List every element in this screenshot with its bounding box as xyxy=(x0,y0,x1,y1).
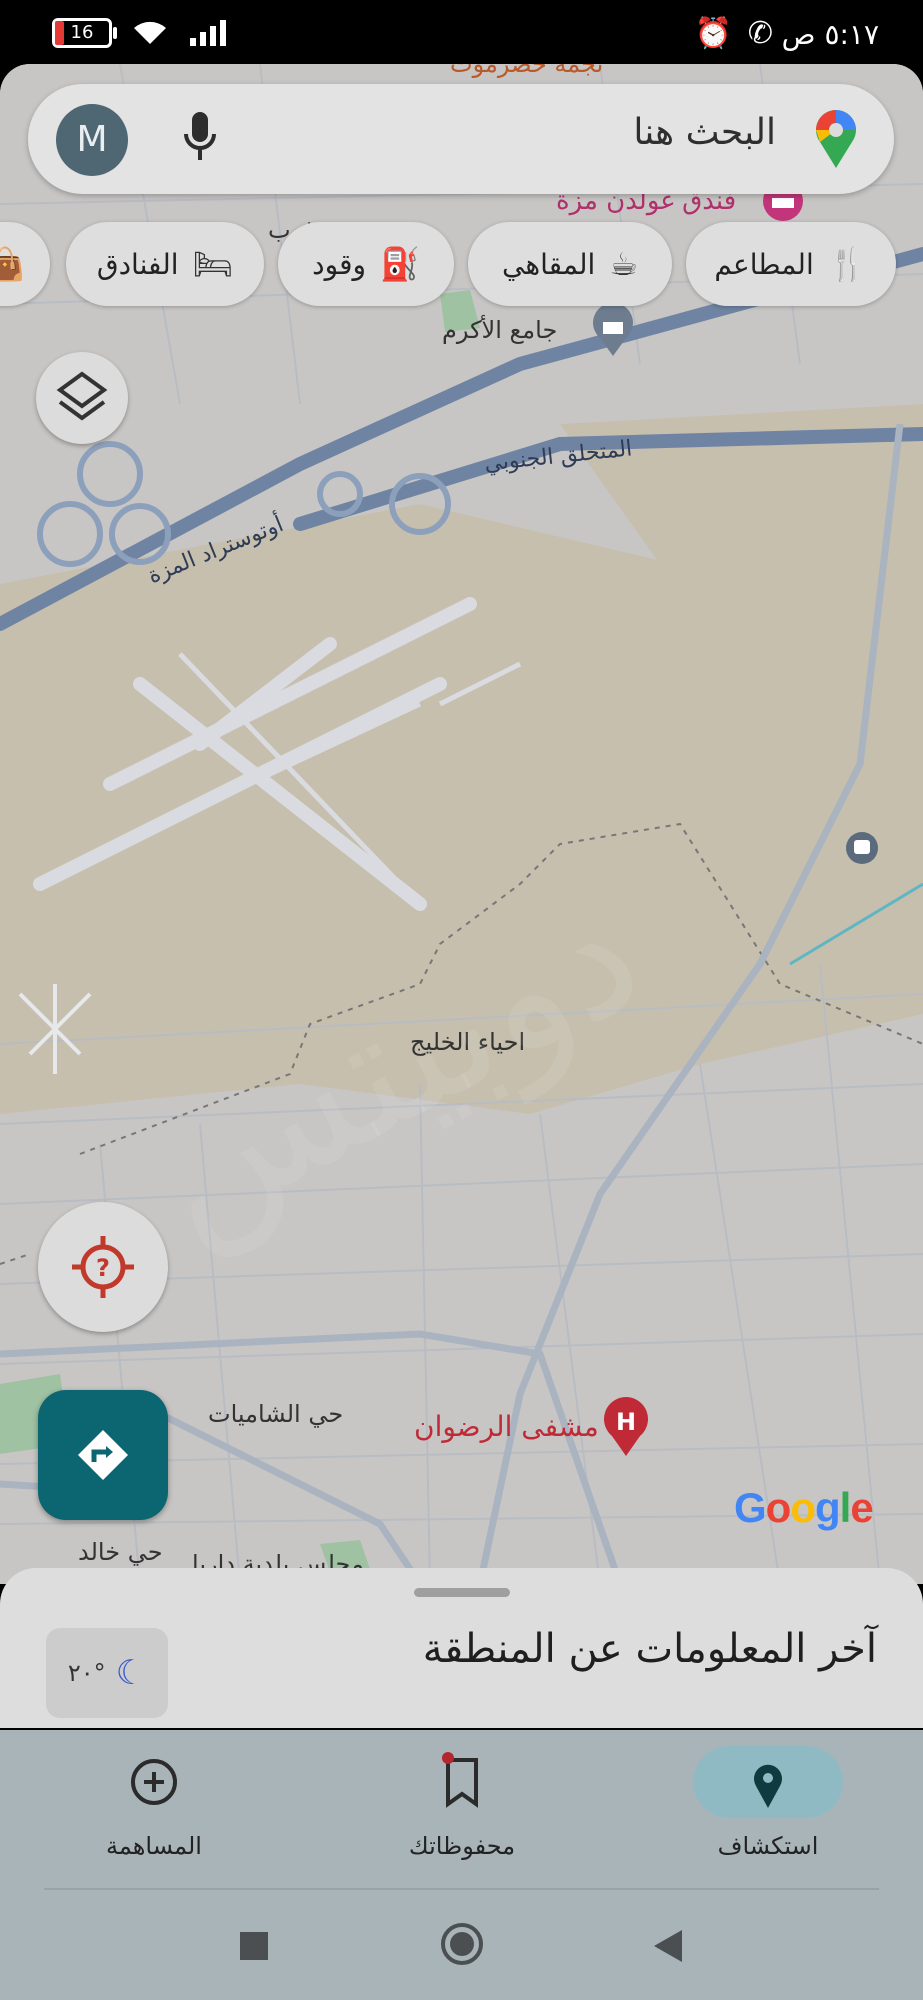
bottom-navigation: استكشاف محفوظاتك المساهمة xyxy=(0,1730,923,1892)
google-maps-icon xyxy=(816,110,856,168)
wifi-icon xyxy=(134,21,166,44)
bottom-sheet[interactable]: ٢٠° ☾ آخر المعلومات عن المنطقة xyxy=(0,1568,923,1728)
map-label-mosque[interactable]: جامع الأكرم xyxy=(442,316,557,344)
nav-label: المساهمة xyxy=(106,1832,202,1860)
map-label-hospital[interactable]: مشفى الرضوان xyxy=(414,1410,599,1443)
nav-indicator xyxy=(387,1746,537,1818)
nav-label: محفوظاتك xyxy=(408,1832,516,1860)
recent-apps-icon[interactable] xyxy=(234,1926,274,1966)
battery-percent: 16 xyxy=(70,22,94,43)
whatsapp-icon: ✆ xyxy=(747,16,773,51)
battery-level xyxy=(55,21,64,45)
map-label-khaled: حي خالد xyxy=(78,1538,163,1566)
category-chips: 🍴 المطاعم ☕ المقاهي ⛽ وقود 🛏 الفنادق 👜 xyxy=(0,222,923,306)
chip-label: وقود xyxy=(312,247,366,281)
sheet-title: آخر المعلومات عن المنطقة xyxy=(422,1626,877,1672)
google-logo: Google xyxy=(734,1484,874,1532)
google-letter: G xyxy=(734,1484,767,1531)
chip-cafes[interactable]: ☕ المقاهي xyxy=(468,222,672,306)
svg-text:?: ? xyxy=(96,1254,110,1282)
directions-button[interactable] xyxy=(38,1390,168,1520)
avatar[interactable]: M xyxy=(56,104,128,176)
nav-tab-saved[interactable]: محفوظاتك xyxy=(362,1746,562,1876)
status-time: ٥:١٧ ص xyxy=(781,18,879,51)
mic-icon[interactable] xyxy=(180,108,220,168)
system-navigation-bar xyxy=(0,1892,923,2000)
status-left: 16 xyxy=(52,18,232,48)
signal-icon xyxy=(190,20,226,46)
chip-label: الفنادق xyxy=(96,247,179,281)
nav-indicator xyxy=(79,1746,229,1818)
bed-icon: 🛏 xyxy=(192,245,234,283)
home-icon[interactable] xyxy=(438,1920,486,1968)
chip-hotels[interactable]: 🛏 الفنادق xyxy=(66,222,264,306)
layers-icon xyxy=(56,371,108,421)
chip-restaurants[interactable]: 🍴 المطاعم xyxy=(686,222,896,306)
chip-label: المطاعم xyxy=(714,247,814,281)
layers-button[interactable] xyxy=(36,352,128,444)
nav-tab-contribute[interactable]: المساهمة xyxy=(54,1746,254,1876)
google-letter: o xyxy=(765,1484,792,1531)
google-letter: o xyxy=(790,1484,816,1531)
nav-indicator xyxy=(693,1746,843,1818)
directions-icon xyxy=(78,1430,128,1480)
bus-stop-icon[interactable] xyxy=(844,830,880,866)
map-label-shamiyat: حي الشاميات xyxy=(208,1400,344,1428)
google-letter: g xyxy=(814,1484,841,1531)
google-letter: e xyxy=(850,1484,873,1531)
fuel-icon: ⛽ xyxy=(380,245,420,283)
nav-label: استكشاف xyxy=(717,1832,819,1860)
status-notification-icons: ⏰ ✆ xyxy=(695,16,774,51)
weather-temperature: ٢٠° xyxy=(67,1659,106,1687)
shopping-bag-icon: 👜 xyxy=(0,245,25,283)
fork-knife-icon: 🍴 xyxy=(827,245,868,283)
back-icon[interactable] xyxy=(648,1926,688,1966)
bookmark-icon xyxy=(442,1752,478,1808)
coffee-icon: ☕ xyxy=(609,245,638,283)
location-pin-icon xyxy=(754,1764,782,1808)
my-location-button[interactable]: ? xyxy=(38,1202,168,1332)
map-label-top-place[interactable]: نجمة حضرموت xyxy=(450,64,603,78)
chip-label: المقاهي xyxy=(502,247,596,281)
location-unknown-icon: ? xyxy=(72,1236,134,1298)
search-bar[interactable]: M البحث هنا xyxy=(28,84,894,194)
weather-chip[interactable]: ٢٠° ☾ xyxy=(46,1628,168,1718)
battery-icon: 16 xyxy=(52,18,117,48)
svg-text:H: H xyxy=(616,1408,636,1436)
moon-icon: ☾ xyxy=(115,1653,147,1693)
chip-fuel[interactable]: ⛽ وقود xyxy=(278,222,454,306)
alarm-icon: ⏰ xyxy=(694,16,732,51)
status-bar: 16 ⏰ ✆ ٥:١٧ ص xyxy=(0,0,923,70)
nav-divider xyxy=(44,1888,879,1890)
chip-shopping[interactable]: 👜 xyxy=(0,222,50,306)
google-letter: l xyxy=(839,1484,852,1531)
hospital-marker-icon[interactable]: H xyxy=(598,1396,654,1458)
nav-tab-explore[interactable]: استكشاف xyxy=(668,1746,868,1876)
drag-handle[interactable] xyxy=(414,1588,510,1597)
add-circle-icon xyxy=(131,1759,177,1805)
search-input[interactable]: البحث هنا xyxy=(633,112,776,153)
mosque-marker-icon[interactable] xyxy=(588,302,638,358)
